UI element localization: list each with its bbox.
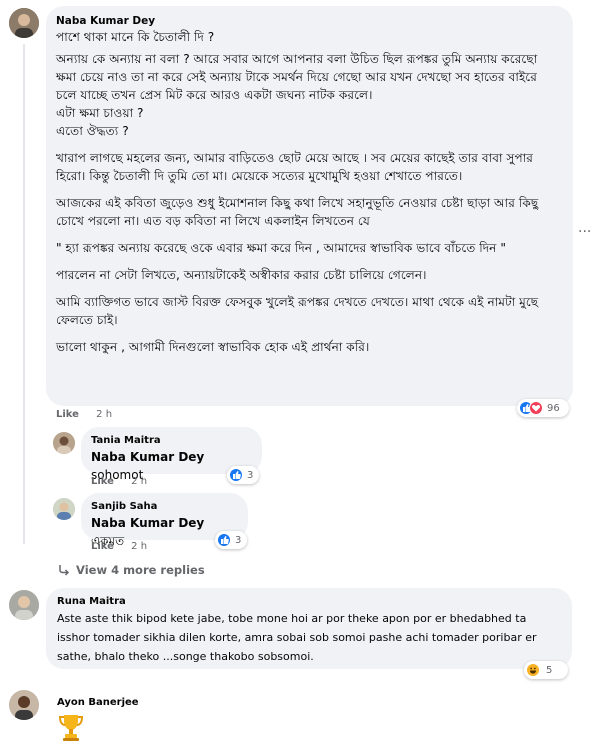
comment-paragraph: ভালো থাকুন , আগামী দিনগুলো স্বাভাবিক হোক… [56, 340, 370, 354]
timestamp[interactable]: 2 h [96, 409, 112, 420]
view-more-replies-button[interactable]: View 4 more replies [58, 563, 205, 577]
love-icon [529, 401, 543, 415]
timestamp[interactable]: 2 h [131, 541, 147, 552]
trophy-icon [58, 712, 84, 746]
reaction-summary[interactable]: 96 [517, 399, 569, 417]
avatar-photo [53, 498, 75, 520]
comment-paragraph: খারাপ লাগছে মহলের জন্য, আমার বাড়িতেও ছো… [56, 151, 533, 183]
reaction-count: 3 [247, 469, 254, 481]
avatar[interactable] [9, 690, 39, 720]
like-button[interactable]: Like [91, 476, 114, 487]
haha-icon [526, 663, 540, 677]
comment-actions: Like 2 h [56, 409, 112, 420]
comment-author[interactable]: Ayon Banerjee [57, 697, 139, 708]
avatar-photo [9, 8, 39, 38]
mention-link[interactable]: Naba Kumar Dey [91, 516, 204, 530]
comment-paragraph: আমি ব্যাক্তিগত ভাবে জাস্ট বিরক্ত ফেসবুক … [56, 295, 539, 327]
comment-bubble: Runa Maitra Aste aste thik bipod kete ja… [46, 588, 572, 669]
comment-paragraph: " হ্যা রূপঙ্কর অন্যায় করেছে ওকে এবার ক্… [56, 241, 506, 255]
comment-author[interactable]: Naba Kumar Dey [56, 15, 561, 27]
comment-paragraph: পাশে থাকা মানে কি চৈতালী দি ? [56, 30, 215, 44]
like-icon [229, 468, 243, 482]
comment-paragraph: পারলেন না সেটা লিখতে, অন্যায়টাকেই অস্বী… [56, 268, 427, 282]
like-icon [217, 533, 231, 547]
avatar-photo [53, 432, 75, 454]
comment-author[interactable]: Runa Maitra [57, 596, 560, 607]
avatar[interactable] [53, 432, 75, 454]
comment-text: পাশে থাকা মানে কি চৈতালী দি ? অন্যায় কে … [56, 28, 561, 356]
reaction-summary[interactable]: 5 [524, 661, 568, 679]
comment-paragraph: আজকের এই কবিতা জুড়েও শুধু ইমোশনাল কিছু … [56, 196, 539, 228]
avatar-photo [9, 690, 39, 720]
reply-author[interactable]: Tania Maitra [91, 435, 252, 446]
reaction-count: 96 [547, 402, 560, 414]
reaction-count: 3 [235, 534, 242, 546]
reaction-summary[interactable]: 3 [215, 531, 247, 549]
reply-author[interactable]: Sanjib Saha [91, 501, 238, 512]
mention-link[interactable]: Naba Kumar Dey [91, 450, 204, 464]
reply-actions: Like 2 h [91, 541, 147, 552]
reaction-summary[interactable]: 3 [227, 466, 259, 484]
avatar[interactable] [9, 590, 39, 620]
reaction-count: 5 [546, 664, 553, 676]
reply-arrow-icon [59, 565, 70, 576]
timestamp[interactable]: 2 h [131, 476, 147, 487]
avatar-photo [9, 590, 39, 620]
more-options-icon[interactable]: ··· [578, 224, 591, 240]
avatar[interactable] [53, 498, 75, 520]
reply-actions: Like 2 h [91, 476, 147, 487]
like-button[interactable]: Like [56, 409, 79, 420]
comment-paragraph: অন্যায় কে অন্যায় না বলা ? আরে সবার আগে… [56, 52, 538, 138]
comment-bubble: Naba Kumar Dey পাশে থাকা মানে কি চৈতালী … [46, 6, 573, 406]
avatar[interactable] [9, 8, 39, 38]
thread-line [23, 44, 25, 544]
like-button[interactable]: Like [91, 541, 114, 552]
comment-text: Aste aste thik bipod kete jabe, tobe mon… [57, 612, 537, 663]
